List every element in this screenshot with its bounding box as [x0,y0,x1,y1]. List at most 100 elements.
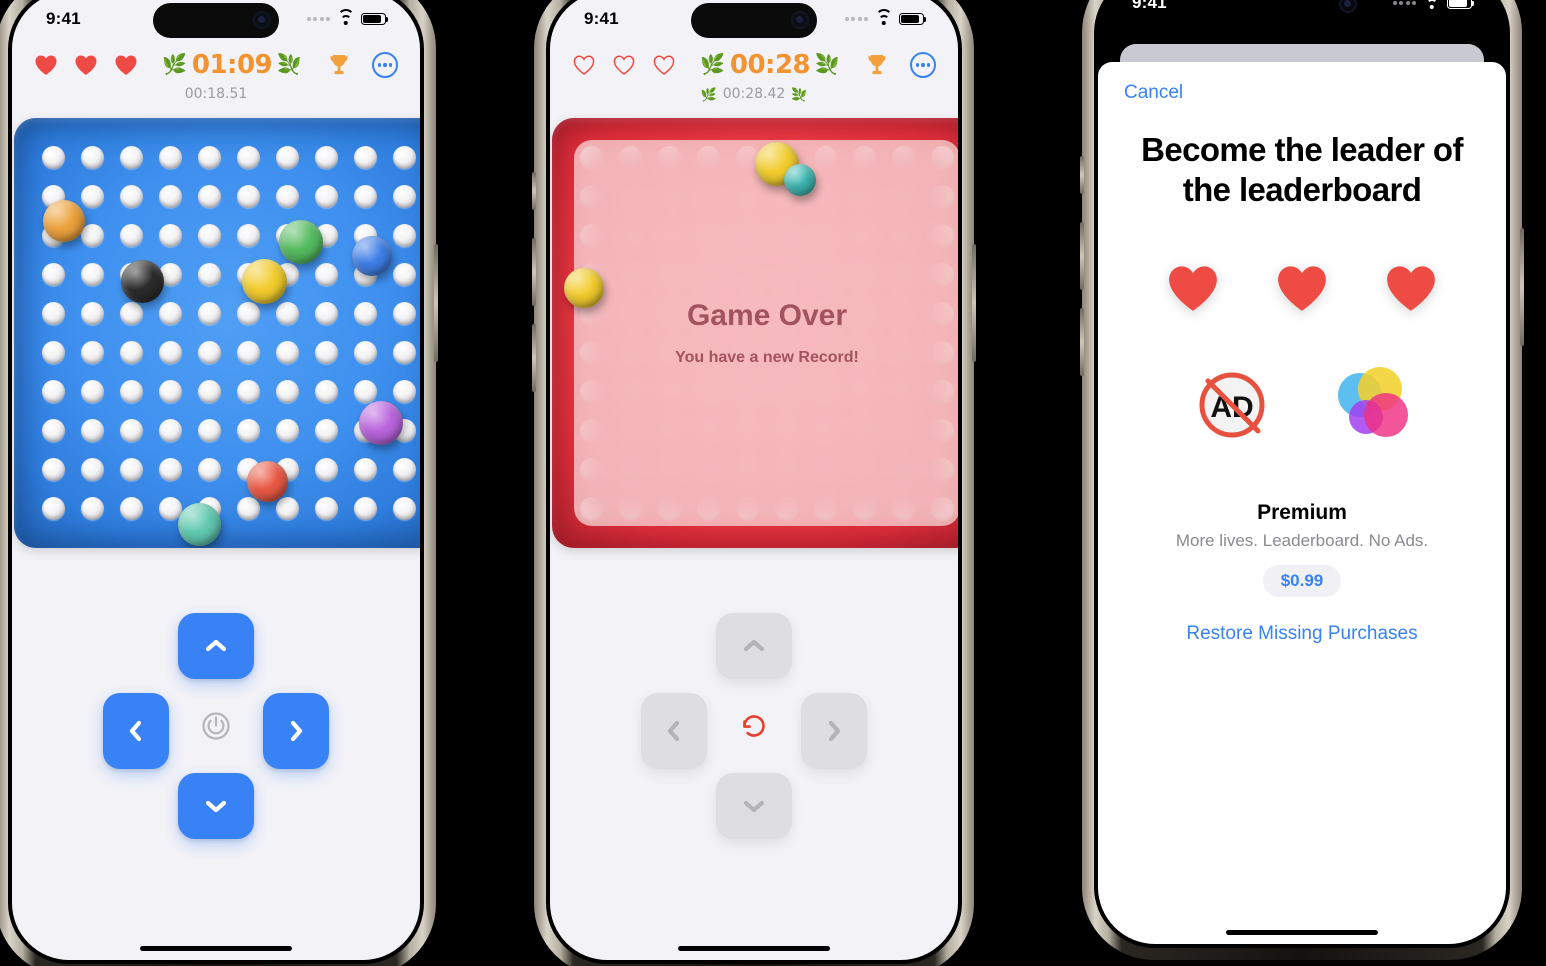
cellular-dots-icon [306,17,330,21]
restore-purchases-link[interactable]: Restore Missing Purchases [1124,623,1480,645]
board-hole [81,185,104,208]
phone-1-frame: 9:41 🌿 01:09 🌿 00:18.51 [0,0,438,966]
dpad-up-button[interactable] [716,613,792,679]
current-time-value: 00:28.42 [722,86,786,102]
yellow-ball[interactable] [242,259,287,304]
volume-up-button[interactable] [532,238,536,306]
board-hole [354,302,377,325]
game-board[interactable]: Game Over You have a new Record! [552,118,958,548]
trophy-icon[interactable] [326,52,352,78]
cellular-dots-icon [844,17,868,21]
chevron-up-icon [743,639,765,652]
ellipsis-circle-icon[interactable] [910,52,936,78]
cancel-button[interactable]: Cancel [1124,82,1480,104]
chevron-left-icon [667,720,680,742]
board-hole [276,146,299,169]
board-hole [393,263,416,286]
color-balls-icon [1328,359,1416,447]
power-side-button[interactable] [1520,228,1524,346]
board-hole [393,380,416,403]
home-indicator[interactable] [678,945,830,951]
front-camera-icon [253,11,271,29]
board-hole [276,419,299,442]
header-row-2: 🌿 00:28 🌿 [572,50,936,80]
purple-ball[interactable] [359,401,403,445]
board-hole [198,146,221,169]
dpad-right-button[interactable] [263,693,329,769]
board-hole [198,458,221,481]
red-ball[interactable] [247,461,288,502]
game-board[interactable] [14,118,420,548]
lives-indicator [34,54,138,76]
board-hole [42,419,65,442]
screenshot-stage: 9:41 🌿 01:09 🌿 00:18.51 9:41 🌿 00:28 🌿 🌿… [0,0,1546,966]
dpad-up-button[interactable] [178,613,254,679]
teal-ball[interactable] [178,503,221,546]
phone-2-frame: 9:41 🌿 00:28 🌿 🌿 00:28.42 🌿 Game Over Yo… [532,0,976,966]
board-hole [315,302,338,325]
power-icon[interactable] [193,703,239,749]
board-hole [81,419,104,442]
dpad-down-button[interactable] [716,773,792,839]
status-time: 9:41 [46,9,81,28]
board-hole [81,263,104,286]
mute-switch[interactable] [532,172,536,210]
teal-ball[interactable] [784,164,816,196]
trophy-icon[interactable] [864,52,890,78]
status-time: 9:41 [584,9,619,28]
status-indicators [844,8,927,26]
board-hole [42,302,65,325]
controls-area-2 [550,548,958,960]
ellipsis-circle-icon[interactable] [372,52,398,78]
yellow-ball-edge[interactable] [564,268,604,308]
black-ball[interactable] [121,260,164,303]
restart-icon[interactable] [731,703,777,749]
heart-filled-icon [1383,263,1439,313]
chevron-down-icon [205,800,227,813]
wifi-icon [337,8,354,26]
board-hole [81,224,104,247]
orange-ball[interactable] [43,200,85,242]
power-side-button[interactable] [434,244,438,362]
buy-price-button[interactable]: $0.99 [1262,565,1342,598]
dpad-1 [103,613,329,839]
dpad-left-button[interactable] [103,693,169,769]
board-hole [393,302,416,325]
dpad-right-button[interactable] [801,693,867,769]
current-timer-row: 00:18.51 [34,86,398,102]
home-indicator[interactable] [1226,929,1378,935]
mute-switch[interactable] [1080,156,1084,194]
wifi-icon [1423,0,1440,10]
phone-1-screen: 9:41 🌿 01:09 🌿 00:18.51 [12,0,420,960]
board-hole [81,302,104,325]
phone-3-bezel: 9:41 Cancel Become the leader of the lea… [1094,0,1510,948]
blue-ball[interactable] [352,236,392,276]
board-hole [393,224,416,247]
home-indicator[interactable] [140,945,292,951]
board-hole [393,341,416,364]
volume-down-button[interactable] [532,324,536,392]
power-side-button[interactable] [972,244,976,362]
phone-2-bezel: 9:41 🌿 00:28 🌿 🌿 00:28.42 🌿 Game Over Yo… [546,0,962,964]
volume-down-button[interactable] [1080,308,1084,376]
volume-up-button[interactable] [1080,222,1084,290]
game-over-overlay: Game Over You have a new Record! [574,140,958,526]
board-hole [120,224,143,247]
game-header-2: 🌿 00:28 🌿 🌿 00:28.42 🌿 [550,46,958,102]
page-title: Become the leader of the leaderboard [1141,131,1463,208]
board-hole [315,341,338,364]
status-indicators [1392,0,1475,10]
dpad-down-button[interactable] [178,773,254,839]
board-hole [120,380,143,403]
green-ball[interactable] [279,220,323,264]
board-hole [42,341,65,364]
board-hole [276,185,299,208]
heart-filled-icon [1165,263,1221,313]
dynamic-island [1239,0,1365,22]
dpad-left-button[interactable] [641,693,707,769]
heart-filled-icon [34,54,58,76]
current-time-value: 00:18.51 [184,86,248,102]
heart-filled-icon [1274,263,1330,313]
battery-icon [899,12,927,26]
header-actions-1 [326,52,398,78]
